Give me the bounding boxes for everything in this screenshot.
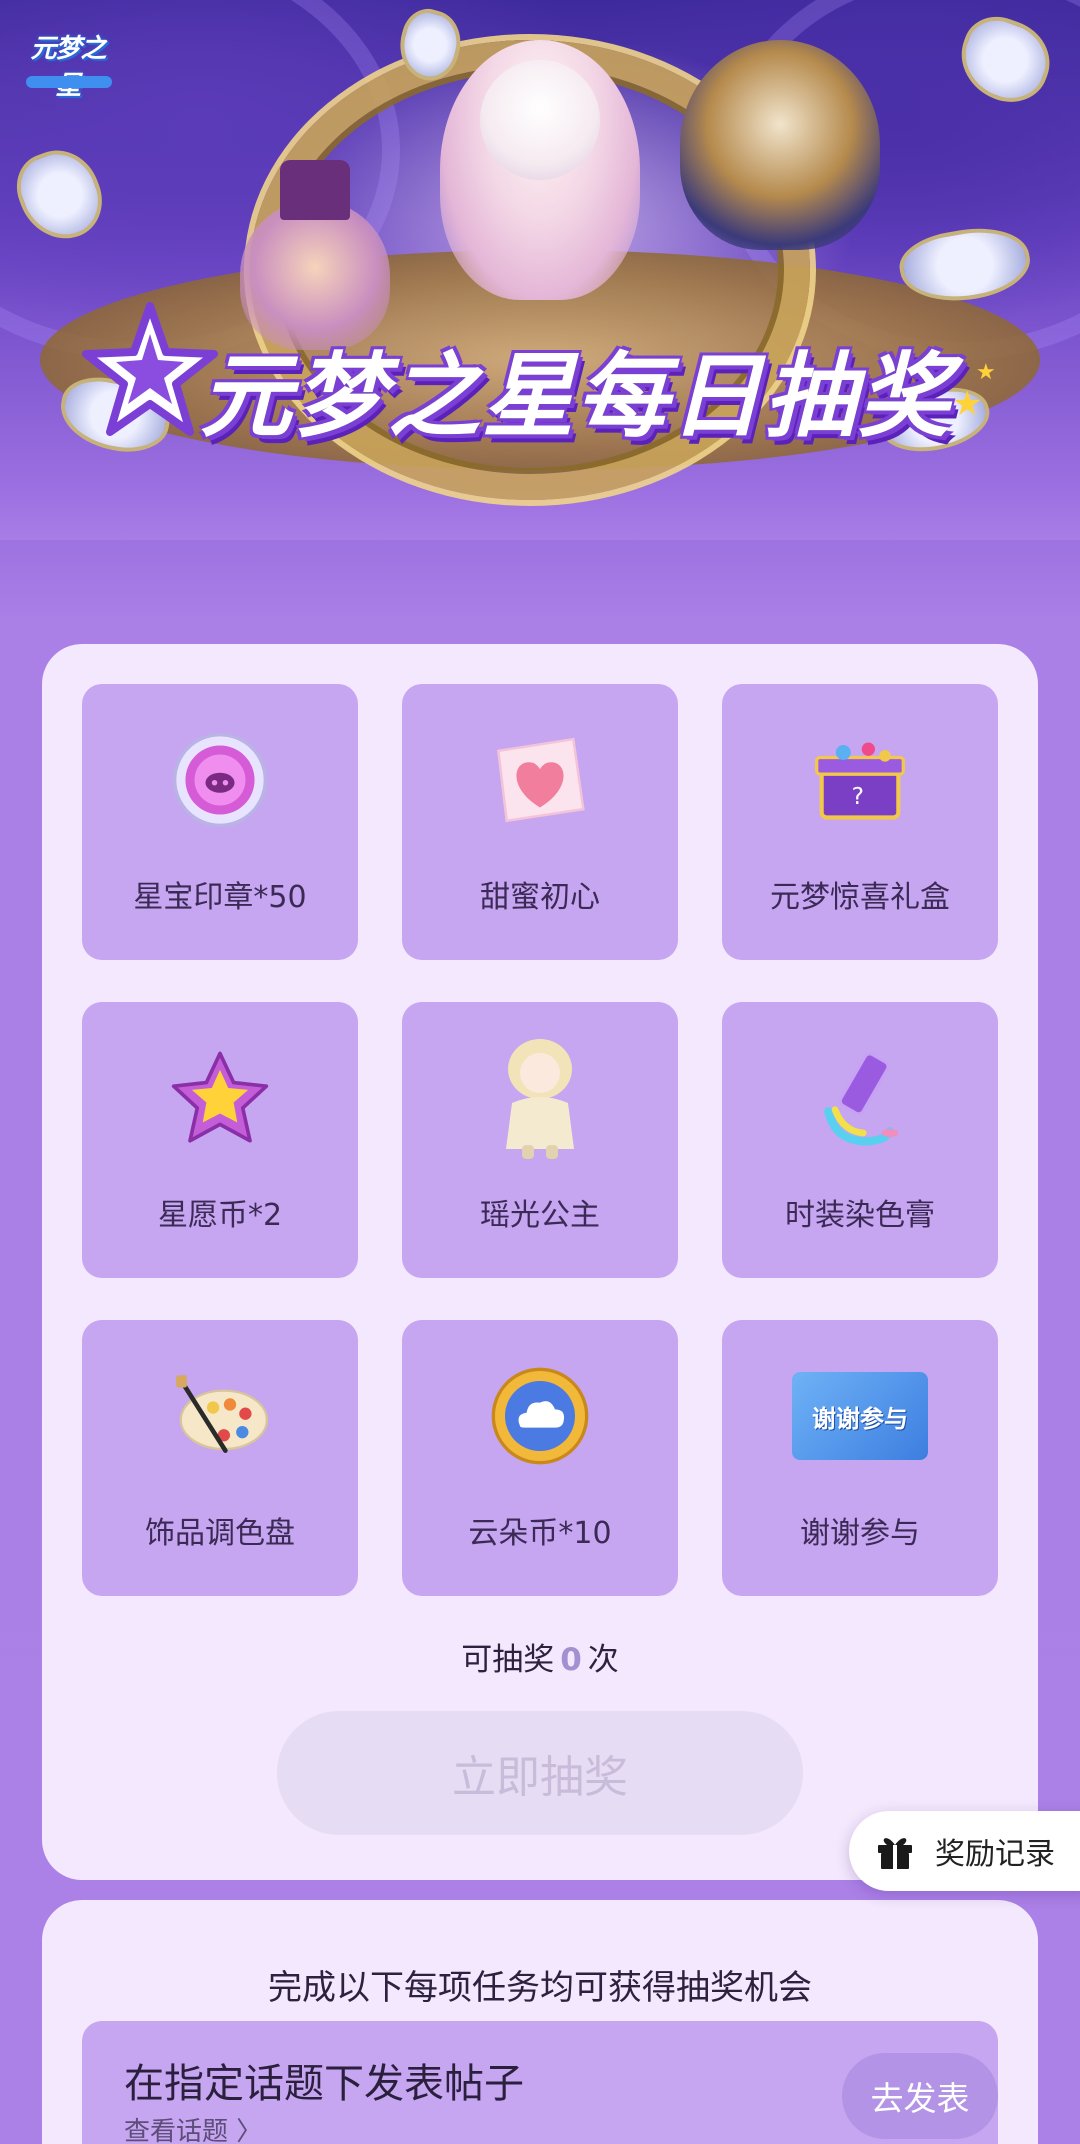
princess-figure-icon bbox=[490, 1039, 590, 1159]
prize-label: 星宝印章*50 bbox=[133, 880, 307, 915]
prize-cell: 甜蜜初心 bbox=[402, 684, 678, 960]
gift-box-icon: ? bbox=[810, 730, 910, 830]
event-banner: 元梦之星 元梦之星每日抽奖 ★ ★ bbox=[0, 0, 1080, 540]
prize-grid: 星宝印章*50 甜蜜初心 ? 元梦惊喜礼盒 星愿币*2 瑶光公主 时装染色膏 饰… bbox=[82, 684, 998, 1596]
logo-ribbon bbox=[26, 76, 112, 88]
prize-label: 云朵币*10 bbox=[468, 1516, 612, 1551]
task-panel: 完成以下每项任务均可获得抽奖机会 在指定话题下发表帖子 查看话题 〉 去发表 bbox=[42, 1900, 1038, 2144]
reward-record-button[interactable]: 奖励记录 bbox=[849, 1811, 1080, 1891]
prize-cell: 时装染色膏 bbox=[722, 1002, 998, 1278]
seal-icon bbox=[170, 730, 270, 830]
prize-label: 时装染色膏 bbox=[785, 1198, 935, 1233]
game-logo-text: 元梦之星 bbox=[30, 34, 106, 101]
draw-count-suffix: 次 bbox=[587, 1642, 619, 1678]
prize-label: 甜蜜初心 bbox=[480, 880, 600, 915]
prize-label: 瑶光公主 bbox=[480, 1198, 600, 1233]
palette-icon bbox=[170, 1366, 270, 1466]
sparkle-icon: ★ bbox=[976, 360, 996, 385]
prize-label: 谢谢参与 bbox=[800, 1516, 920, 1551]
prize-label: 星愿币*2 bbox=[157, 1198, 283, 1233]
svg-text:?: ? bbox=[852, 782, 864, 810]
reward-record-label: 奖励记录 bbox=[935, 1837, 1055, 1872]
lottery-page: 元梦之星 元梦之星每日抽奖 ★ ★ bbox=[0, 0, 1080, 2144]
prize-cell: 谢谢参与 谢谢参与 bbox=[722, 1320, 998, 1596]
gift-icon bbox=[875, 1831, 915, 1871]
draw-now-button[interactable]: 立即抽奖 bbox=[277, 1711, 803, 1835]
sparkle-icon: ★ bbox=[952, 384, 983, 424]
prize-cell: 星愿币*2 bbox=[82, 1002, 358, 1278]
prize-cell: ? 元梦惊喜礼盒 bbox=[722, 684, 998, 960]
thanks-card-icon: 谢谢参与 bbox=[788, 1366, 932, 1466]
view-topic-link[interactable]: 查看话题 〉 bbox=[124, 2111, 262, 2144]
main-character-art bbox=[440, 40, 640, 300]
prize-panel: 星宝印章*50 甜蜜初心 ? 元梦惊喜礼盒 星愿币*2 瑶光公主 时装染色膏 饰… bbox=[42, 644, 1038, 1880]
prize-label: 元梦惊喜礼盒 bbox=[770, 880, 950, 915]
draw-count: 可抽奖 0 次 bbox=[42, 1634, 1038, 1679]
clock-robot-character-art bbox=[680, 40, 880, 250]
banner-title: 元梦之星每日抽奖 ★ ★ bbox=[80, 300, 1000, 450]
prize-cell: 瑶光公主 bbox=[402, 1002, 678, 1278]
star-logo-icon bbox=[82, 302, 218, 436]
prize-cell: 云朵币*10 bbox=[402, 1320, 678, 1596]
banner-title-text: 元梦之星每日抽奖 bbox=[200, 343, 953, 450]
draw-count-prefix: 可抽奖 bbox=[461, 1642, 555, 1678]
dye-tube-icon bbox=[810, 1048, 910, 1148]
task-title: 在指定话题下发表帖子 bbox=[124, 2061, 524, 2107]
cloud-coin-icon bbox=[490, 1366, 590, 1466]
prize-cell: 星宝印章*50 bbox=[82, 684, 358, 960]
prize-cell: 饰品调色盘 bbox=[82, 1320, 358, 1596]
candy-heart-icon bbox=[490, 730, 590, 830]
go-post-button[interactable]: 去发表 bbox=[842, 2053, 998, 2139]
star-coin-icon bbox=[170, 1048, 270, 1148]
prize-label: 饰品调色盘 bbox=[145, 1516, 295, 1551]
draw-count-value: 0 bbox=[560, 1642, 582, 1678]
game-logo: 元梦之星 bbox=[20, 20, 116, 101]
thanks-card-text: 谢谢参与 bbox=[812, 1404, 908, 1433]
task-heading: 完成以下每项任务均可获得抽奖机会 bbox=[268, 1968, 812, 2008]
task-card: 在指定话题下发表帖子 查看话题 〉 去发表 bbox=[82, 2021, 998, 2144]
